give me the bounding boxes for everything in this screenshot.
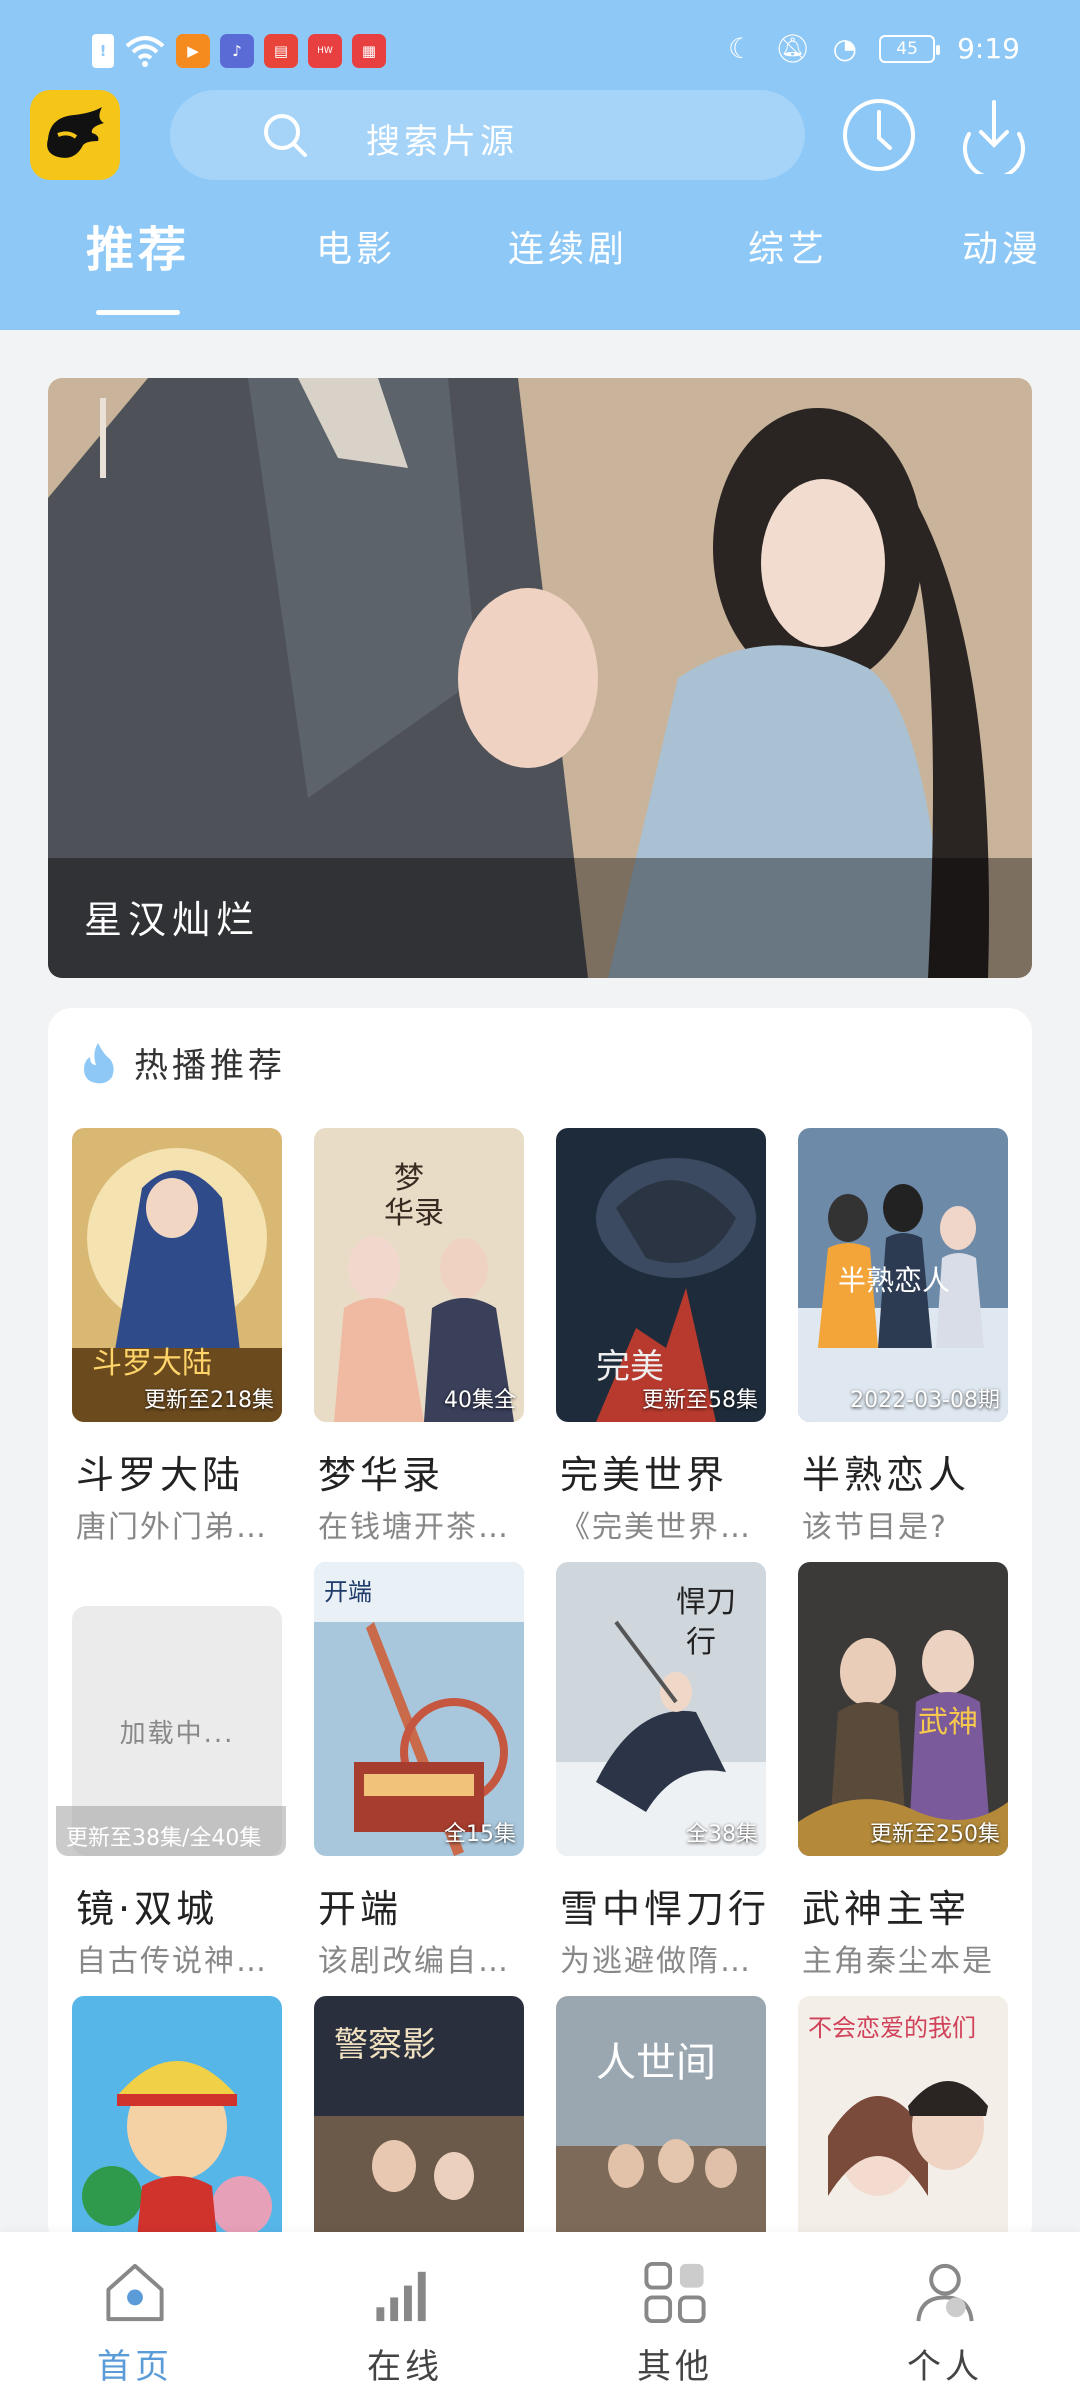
- poster-image: 开端 全15集: [314, 1562, 524, 1856]
- svg-text:不会恋爱的我们: 不会恋爱的我们: [808, 2014, 976, 2042]
- search-icon: [264, 114, 307, 157]
- search-placeholder: 搜索片源: [366, 122, 518, 162]
- svg-text:完美: 完美: [596, 1347, 664, 1387]
- video-desc: 该剧改编自同名: [318, 1944, 528, 1979]
- search-bar[interactable]: 搜索片源: [170, 90, 805, 180]
- svg-text:悍刀: 悍刀: [676, 1585, 736, 1620]
- video-desc: 为逃避做隋珠公主: [560, 1944, 770, 1979]
- nav-profile[interactable]: 个人: [870, 2258, 1020, 2388]
- nav-other-label: 其他: [637, 2347, 713, 2387]
- video-title: 完美世界: [560, 1453, 729, 1497]
- status-bar: ! ▶ ♪ ▤ HW ▦ ☾ 🔕︎ ◔ 45 9:19: [0, 0, 1080, 90]
- poster-image: 半熟恋人 2022-03-08期: [798, 1128, 1008, 1422]
- status-icons-right: ☾ 🔕︎ ◔ 45 9:19: [728, 32, 1020, 65]
- hot-recommend-section: 热播推荐 斗罗大陆 更新至218集 斗罗大陆 唐门外门弟子唐三: [48, 1008, 1032, 2248]
- loading-text: 加载中...: [119, 1718, 235, 1749]
- episode-badge: 更新至218集: [144, 1388, 274, 1413]
- store-app-icon: ▦: [352, 34, 386, 68]
- tab-anime[interactable]: 动漫: [962, 220, 1042, 272]
- history-clock-icon[interactable]: [840, 96, 918, 174]
- person-icon: [916, 2263, 974, 2322]
- svg-text:武神: 武神: [918, 1705, 978, 1740]
- nav-home-label: 首页: [97, 2347, 173, 2387]
- poster-image: 梦 华录 40集全: [314, 1128, 524, 1422]
- battery-icon: 45: [879, 34, 941, 63]
- music-app-icon: ♪: [220, 34, 254, 68]
- svg-text:警察影: 警察影: [334, 2025, 436, 2065]
- svg-text:行: 行: [686, 1625, 716, 1660]
- video-title: 武神主宰: [802, 1887, 971, 1931]
- grid-icon: [644, 2261, 706, 2324]
- download-icon[interactable]: [955, 96, 1033, 174]
- svg-text:半熟恋人: 半熟恋人: [838, 1264, 950, 1297]
- tab-active-indicator: [96, 310, 180, 315]
- featured-banner[interactable]: 星汉灿烂: [48, 378, 1032, 978]
- svg-text:斗罗大陆: 斗罗大陆: [92, 1346, 212, 1381]
- video-desc: 主角秦尘本是: [802, 1944, 994, 1979]
- wifi-icon: [125, 36, 165, 67]
- nav-online[interactable]: 在线: [330, 2258, 480, 2388]
- nav-profile-label: 个人: [907, 2347, 983, 2387]
- nav-home[interactable]: 首页: [60, 2258, 210, 2388]
- flame-icon: [84, 1042, 114, 1083]
- logo-icon: [47, 107, 104, 158]
- poster-image: [72, 1996, 282, 2248]
- hot-section-header: 热播推荐: [78, 1038, 286, 1087]
- tab-series[interactable]: 连续剧: [508, 220, 628, 272]
- tab-movies[interactable]: 电影: [316, 220, 396, 272]
- moon-icon: ☾: [728, 32, 754, 65]
- poster-image: 完美 更新至58集: [556, 1128, 766, 1422]
- video-title: 雪中悍刀行: [560, 1887, 771, 1931]
- home-icon: [106, 2263, 164, 2322]
- episode-badge: 更新至38集/全40集: [56, 1806, 286, 1856]
- video-desc: 《完美世界》讲述: [560, 1510, 770, 1545]
- poster-image: 人世间: [556, 1996, 766, 2248]
- tab-variety[interactable]: 综艺: [748, 220, 828, 272]
- mute-icon: 🔕︎: [775, 32, 811, 65]
- poster-image: 武神 更新至250集: [798, 1562, 1008, 1856]
- svg-text:华录: 华录: [384, 1196, 444, 1231]
- poster-image: 警察影: [314, 1996, 524, 2248]
- video-title: 开端: [318, 1887, 403, 1931]
- svg-text:梦: 梦: [394, 1161, 424, 1196]
- episode-badge: 全38集: [686, 1822, 758, 1847]
- speed-icon: ◔: [832, 32, 858, 65]
- video-title: 梦华录: [318, 1453, 445, 1497]
- video-title: 半熟恋人: [802, 1453, 971, 1497]
- poster-image: 不会恋爱的我们: [798, 1996, 1008, 2248]
- status-icons-left: ! ▶ ♪ ▤ HW ▦: [92, 34, 386, 68]
- nav-online-label: 在线: [367, 2347, 443, 2387]
- poster-image: 斗罗大陆 更新至218集: [72, 1128, 282, 1422]
- banner-title: 星汉灿烂: [84, 898, 261, 942]
- video-app-icon: ▶: [176, 34, 210, 68]
- svg-text:开端: 开端: [324, 1578, 372, 1606]
- battery-level: 45: [896, 38, 918, 59]
- app-logo[interactable]: [30, 90, 120, 180]
- sim-alert-icon: !: [92, 34, 114, 68]
- tab-recommend[interactable]: 推荐: [86, 210, 190, 280]
- books-app-icon: ▤: [264, 34, 298, 68]
- episode-badge: 全15集: [444, 1822, 516, 1847]
- bar-signal-icon: [376, 2271, 426, 2322]
- video-desc: 自古传说神秘的: [76, 1944, 286, 1979]
- hot-section-title: 热播推荐: [134, 1046, 286, 1086]
- huawei-app-icon: HW: [308, 34, 342, 68]
- category-tabs: 推荐 电影 连续剧 综艺 动漫: [0, 210, 1080, 320]
- episode-badge: 40集全: [444, 1388, 516, 1413]
- video-desc: 该节目是?: [802, 1510, 948, 1545]
- poster-image: 悍刀 行 全38集: [556, 1562, 766, 1856]
- video-title: 斗罗大陆: [76, 1453, 245, 1497]
- video-desc: 在钱塘开茶坊的赵盼儿: [318, 1510, 528, 1545]
- svg-text:人世间: 人世间: [596, 2040, 716, 2086]
- top-header: ! ▶ ♪ ▤ HW ▦ ☾ 🔕︎ ◔ 45 9:19 搜索片源 推荐 电影 连…: [0, 0, 1080, 330]
- clock-time: 9:19: [957, 32, 1020, 65]
- bottom-navigation: 首页 在线 其他 个人: [0, 2232, 1080, 2400]
- episode-badge: 更新至58集: [642, 1388, 758, 1413]
- episode-badge: 2022-03-08期: [850, 1388, 1000, 1413]
- nav-other[interactable]: 其他: [600, 2258, 750, 2388]
- video-desc: 唐门外门弟子唐三: [76, 1510, 286, 1545]
- video-title: 镜·双城: [76, 1887, 219, 1931]
- episode-badge: 更新至250集: [870, 1822, 1000, 1847]
